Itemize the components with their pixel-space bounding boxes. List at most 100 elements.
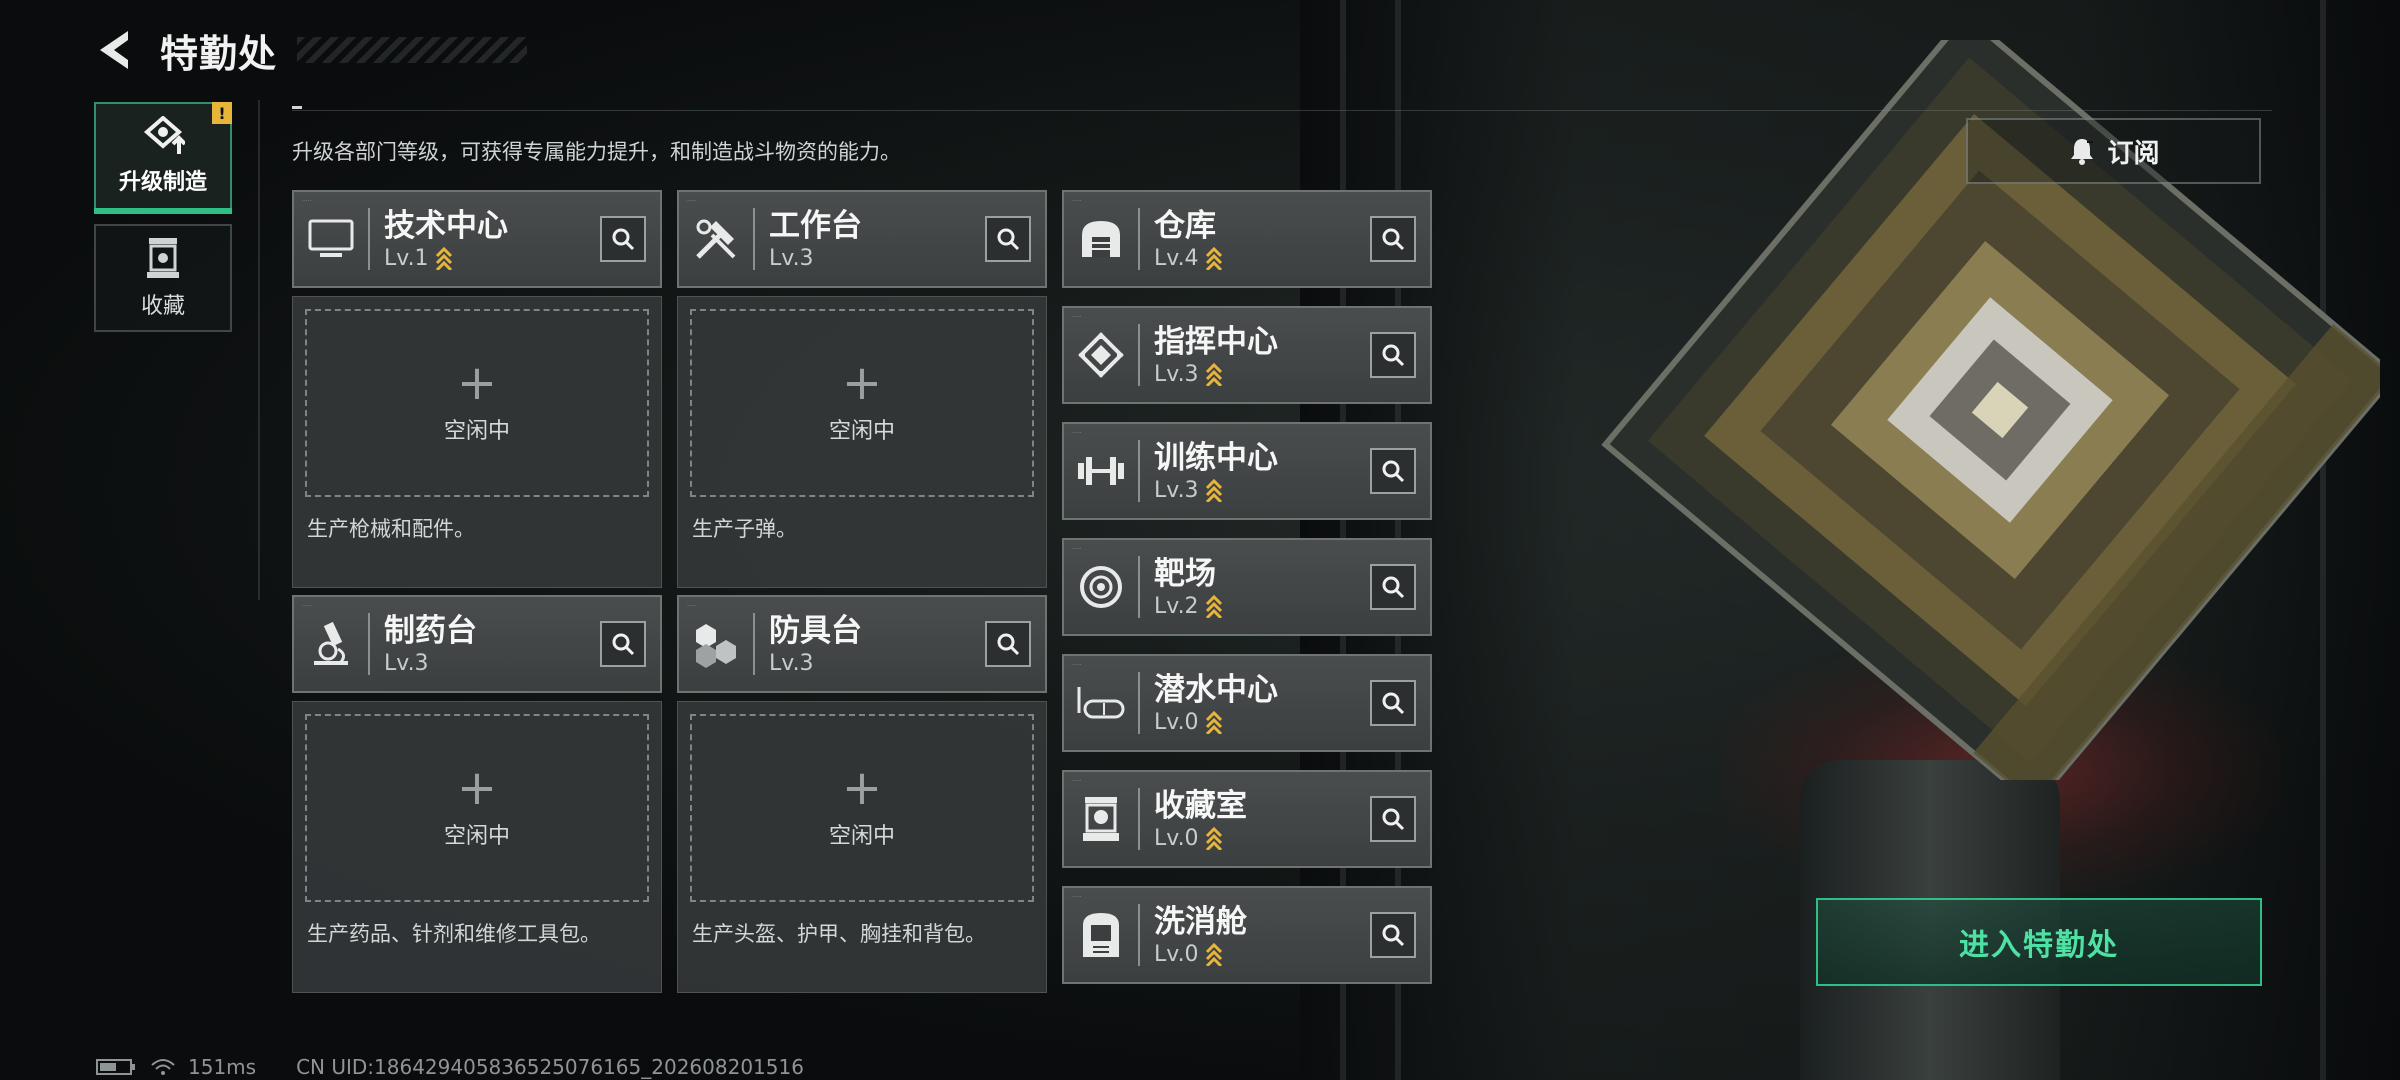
search-icon: [997, 228, 1020, 251]
search-icon: [1382, 460, 1405, 483]
inspect-button[interactable]: [1370, 912, 1416, 958]
upgrade-arrow-icon: [1205, 478, 1222, 502]
card-level: Lv.3: [769, 245, 814, 271]
card-level: Lv.0: [1154, 825, 1199, 851]
card-level: Lv.3: [1154, 361, 1199, 387]
subscribe-button[interactable]: 订阅: [1966, 118, 2261, 184]
collection-case-icon: [147, 238, 179, 278]
page-title: 特勤处: [160, 31, 278, 76]
upgrade-arrow-icon: [1205, 942, 1222, 966]
inspect-button[interactable]: [1370, 680, 1416, 726]
idle-label: 空闲中: [828, 824, 895, 849]
card-level: Lv.1: [384, 245, 429, 271]
upgrade-arrow-icon: [1205, 826, 1222, 850]
search-icon: [612, 633, 635, 656]
card-name: 制药台: [384, 612, 477, 649]
nav-tab-collection[interactable]: 收藏: [94, 224, 232, 332]
search-icon: [1382, 924, 1405, 947]
enter-label: 进入特勤处: [1959, 928, 2119, 963]
monitor-icon: [308, 219, 354, 257]
card-name: 指挥中心: [1154, 323, 1278, 360]
top-bar: 特勤处: [92, 22, 528, 78]
card-level: Lv.4: [1154, 245, 1199, 271]
inspect-button[interactable]: [1370, 564, 1416, 610]
card-body: + 空闲中 生产头盔、护甲、胸挂和背包。: [677, 701, 1047, 993]
production-slot[interactable]: + 空闲中: [305, 714, 649, 902]
card-name: 洗消舱: [1154, 903, 1247, 940]
card-level: Lv.3: [384, 650, 429, 676]
card-header[interactable]: ····· 收藏室 Lv.0: [1062, 770, 1432, 868]
nav-tab-collection-label: 收藏: [140, 294, 185, 319]
inspect-button[interactable]: [600, 216, 646, 262]
card-name: 潜水中心: [1154, 671, 1278, 708]
search-icon: [1382, 576, 1405, 599]
production-slot[interactable]: + 空闲中: [690, 309, 1034, 497]
upgrade-arrow-icon: [1205, 594, 1222, 618]
back-arrow-icon: [100, 31, 128, 69]
card-header[interactable]: ····· 工作台 Lv.3: [677, 190, 1047, 288]
card-header[interactable]: ····· 制药台 Lv.3: [292, 595, 662, 693]
inspect-button[interactable]: [1370, 216, 1416, 262]
title-decoration: [297, 37, 528, 63]
production-slot[interactable]: + 空闲中: [690, 714, 1034, 902]
armor-blocks-icon: [696, 624, 736, 668]
inspect-button[interactable]: [985, 621, 1031, 667]
ping-value: 151ms: [188, 1055, 257, 1079]
upgrade-arrow-icon: [1205, 246, 1222, 270]
microscope-icon: [314, 621, 348, 665]
card-header[interactable]: ····· 训练中心 Lv.3: [1062, 422, 1432, 520]
nav-tab-upgrade[interactable]: ! 升级制造: [94, 102, 232, 214]
search-icon: [997, 633, 1020, 656]
upgrade-arrow-icon: [435, 246, 452, 270]
inspect-button[interactable]: [985, 216, 1031, 262]
status-bar: 151ms CN UID:18642940583652507​6165_2026…: [96, 1055, 804, 1079]
card-level: Lv.0: [1154, 709, 1199, 735]
upgrade-build-icon: [143, 116, 185, 154]
card-header[interactable]: ····· 技术中心 Lv.1: [292, 190, 662, 288]
alert-badge: !: [212, 102, 232, 124]
idle-label: 空闲中: [443, 824, 510, 849]
card-body: + 空闲中 生产枪械和配件。: [292, 296, 662, 588]
card-header[interactable]: ····· 防具台 Lv.3: [677, 595, 1047, 693]
inspect-button[interactable]: [1370, 448, 1416, 494]
card-header[interactable]: ····· 靶场 Lv.2: [1062, 538, 1432, 636]
target-icon: [1080, 566, 1122, 608]
search-icon: [1382, 344, 1405, 367]
upgrade-arrow-icon: [1205, 710, 1222, 734]
header-dash: [292, 106, 302, 109]
idle-label: 空闲中: [443, 419, 510, 444]
intro-text: 升级各部门等级，可获得专属能力提升，和制造战斗物资的能力。: [292, 140, 901, 164]
card-level: Lv.3: [1154, 477, 1199, 503]
dumbbell-icon: [1078, 457, 1124, 485]
card-name: 靶场: [1154, 555, 1216, 592]
card-header[interactable]: ····· 仓库 Lv.4: [1062, 190, 1432, 288]
search-icon: [612, 228, 635, 251]
card-header[interactable]: ····· 指挥中心 Lv.3: [1062, 306, 1432, 404]
plus-icon: +: [841, 760, 883, 816]
card-description: 生产枪械和配件。: [307, 517, 475, 541]
header-divider: [292, 110, 2272, 111]
plus-icon: +: [456, 355, 498, 411]
search-icon: [1382, 228, 1405, 251]
nav-tab-upgrade-label: 升级制造: [118, 170, 207, 195]
trophy-case-icon: [1083, 797, 1119, 841]
nav-divider: [258, 100, 260, 600]
card-level: Lv.3: [769, 650, 814, 676]
inspect-button[interactable]: [600, 621, 646, 667]
card-name: 防具台: [769, 612, 862, 649]
production-slot[interactable]: + 空闲中: [305, 309, 649, 497]
uid-text: CN UID:18642940583652507​6165_2026082015…: [296, 1055, 804, 1079]
card-header[interactable]: ····· 潜水中心 Lv.0: [1062, 654, 1432, 752]
inspect-button[interactable]: [1370, 796, 1416, 842]
card-body: + 空闲中 生产子弹。: [677, 296, 1047, 588]
enter-special-ops-button[interactable]: 进入特勤处: [1816, 898, 2262, 986]
decon-pod-icon: [1083, 913, 1119, 957]
back-button[interactable]: [92, 24, 136, 76]
inspect-button[interactable]: [1370, 332, 1416, 378]
card-header[interactable]: ····· 洗消舱 Lv.0: [1062, 886, 1432, 984]
card-name: 收藏室: [1154, 787, 1247, 824]
card-description: 生产子弹。: [692, 517, 797, 541]
battery-icon: [96, 1059, 135, 1075]
diving-mask-icon: [1077, 687, 1125, 719]
tools-icon: [696, 219, 736, 259]
